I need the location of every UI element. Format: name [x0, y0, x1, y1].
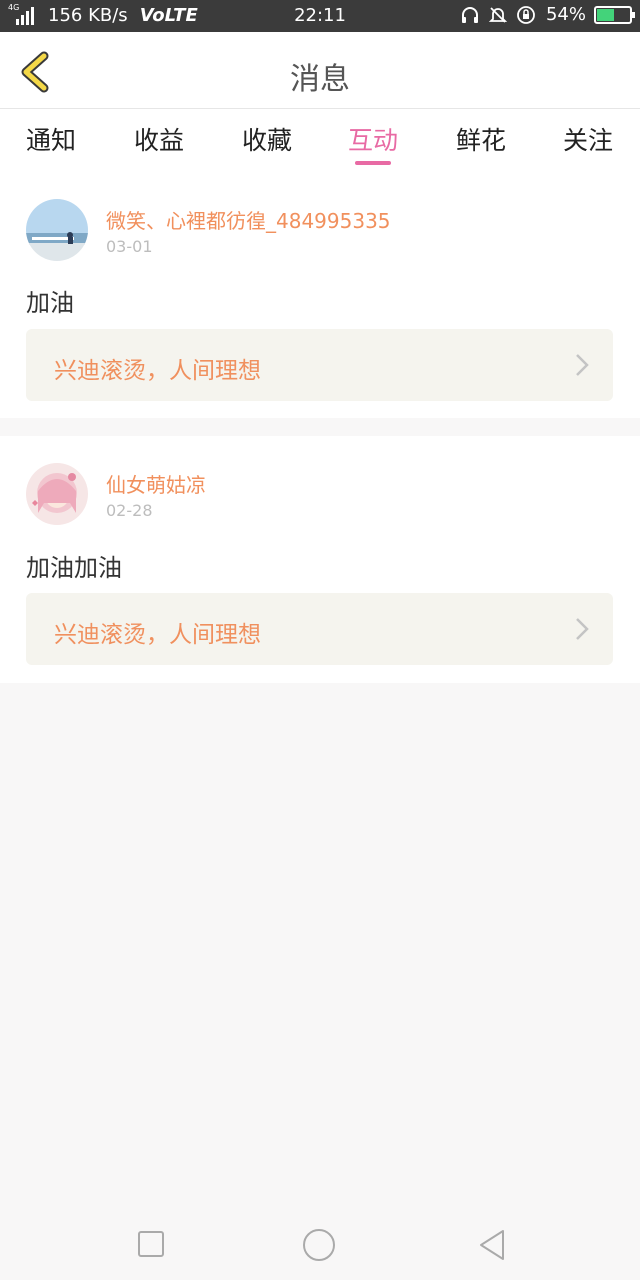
- tab-following[interactable]: 关注: [548, 121, 628, 157]
- username[interactable]: 仙女萌姑凉: [106, 469, 206, 498]
- reference-link[interactable]: 兴迪滚烫，人间理想: [26, 329, 613, 401]
- reference-title: 兴迪滚烫，人间理想: [54, 358, 261, 384]
- active-tab-indicator: [355, 161, 391, 165]
- rotation-lock-icon: [517, 5, 535, 24]
- reference-link[interactable]: 兴迪滚烫，人间理想: [26, 593, 613, 665]
- comment-text: 加油: [26, 289, 74, 317]
- username[interactable]: 微笑、心裡都彷徨_484995335: [106, 205, 391, 234]
- status-bar: 4G 156 KB/s VoLTE 22:11 54%: [0, 0, 640, 32]
- tab-notifications[interactable]: 通知: [11, 121, 91, 157]
- battery-icon: [594, 5, 635, 24]
- avatar[interactable]: [26, 463, 88, 525]
- bell-muted-icon: [488, 6, 508, 23]
- message-card: 仙女萌姑凉 02-28 加油加油 兴迪滚烫，人间理想: [0, 436, 640, 683]
- battery-percent: 54%: [545, 4, 586, 25]
- reference-title: 兴迪滚烫，人间理想: [54, 622, 261, 648]
- tab-favorites[interactable]: 收藏: [227, 121, 307, 157]
- header: 消息: [0, 32, 640, 109]
- tab-earnings[interactable]: 收益: [119, 121, 199, 157]
- message-date: 03-01: [106, 237, 153, 256]
- triangle-back-icon[interactable]: [477, 1228, 507, 1262]
- avatar[interactable]: [26, 199, 88, 261]
- chevron-right-icon: [576, 618, 589, 640]
- square-icon[interactable]: [137, 1230, 165, 1258]
- message-card: 微笑、心裡都彷徨_484995335 03-01 加油 兴迪滚烫，人间理想: [0, 171, 640, 418]
- system-nav-bar: [0, 1208, 640, 1280]
- chevron-right-icon: [576, 354, 589, 376]
- tab-interactions[interactable]: 互动: [333, 121, 413, 157]
- page-title: 消息: [290, 62, 350, 97]
- message-date: 02-28: [106, 501, 153, 520]
- headphones-icon: [461, 6, 478, 23]
- tab-bar: 通知 收益 收藏 互动 鲜花 关注: [0, 109, 640, 171]
- comment-text: 加油加油: [26, 554, 122, 582]
- circle-icon[interactable]: [302, 1228, 336, 1262]
- tab-flowers[interactable]: 鲜花: [441, 121, 521, 157]
